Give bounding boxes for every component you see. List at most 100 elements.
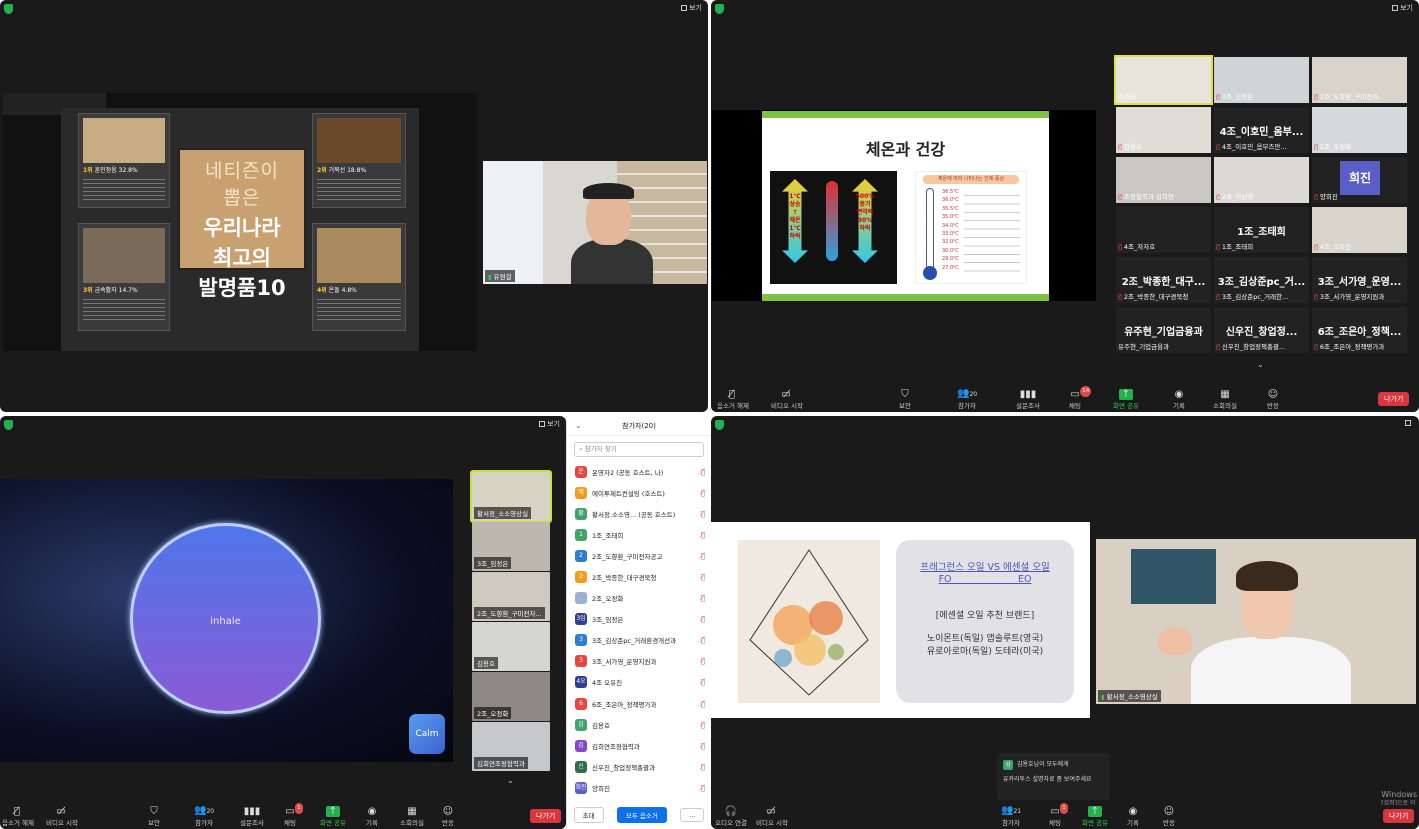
chevron-down-icon[interactable]: ⌄ (1257, 360, 1264, 369)
participant-row[interactable]: 운 운영자2 (공동 호스트, 나) 🎙̸ (567, 461, 711, 482)
start-video-button[interactable]: ▭̸ 비디오 시작 (771, 389, 803, 410)
video-tile[interactable]: 희진 🎙̸ 양희진 (1312, 157, 1407, 203)
person-hand (1158, 627, 1192, 655)
participant-row[interactable]: 김 김용호 🎙̸ (567, 714, 711, 735)
participant-row[interactable]: 3임 3조_임정은 🎙̸ (567, 609, 711, 630)
participants-button[interactable]: 👥21 참가자 (1001, 805, 1021, 827)
video-tile[interactable]: 3조_서가영_운영... 🎙̸ 3조_서가영_운영지원과 (1312, 257, 1407, 303)
participants-footer: 초대 모두 음소거 ... (567, 807, 711, 823)
participant-row[interactable]: 희진 양희진 🎙̸ (567, 777, 711, 798)
chat-notification[interactable]: 김 김용호님이 모두에게 유카리투스 설명자료 좀 보여주세요 (997, 753, 1110, 800)
grid-icon (1392, 5, 1399, 11)
participants-button[interactable]: 👥20 참가자 (194, 805, 214, 827)
video-tile[interactable]: 🎙̸ 김용호 (1116, 107, 1211, 153)
record-button[interactable]: ◉ 기록 (1127, 806, 1139, 827)
participant-row[interactable]: 2 2조_도향환_구미전자공고 🎙̸ (567, 545, 711, 566)
participant-row[interactable]: 6 6조_조은아_정책평가과 🎙̸ (567, 693, 711, 714)
video-tile[interactable]: 김회연조정협력과 (472, 722, 550, 771)
video-tile[interactable]: 2조_오정화 (472, 672, 550, 721)
chat-button[interactable]: ▭ 14 채팅 (1069, 386, 1092, 410)
view-button[interactable] (1405, 419, 1413, 427)
security-shield-icon (4, 4, 13, 14)
video-tile[interactable]: 김용호 (472, 622, 550, 671)
chat-icon: ▭ 1 (1050, 803, 1068, 817)
video-tile[interactable]: 이주아 (1114, 55, 1213, 105)
participant-row[interactable]: 2 2조_박종한_대구경북청 🎙̸ (567, 566, 711, 587)
participant-row[interactable]: 신 신우진_창업정책총괄과 🎙̸ (567, 756, 711, 777)
join-audio-button[interactable]: 🎧 오디오 연결 (715, 806, 747, 827)
more-button[interactable]: ... (680, 808, 705, 822)
video-tile[interactable]: 🎙̸ 조정협력과 김희연 (1116, 157, 1211, 203)
unmute-button[interactable]: 🎙̸ 음소거 해제 (2, 806, 34, 827)
mic-off-icon: 🎙̸ (700, 762, 705, 771)
collapse-icon[interactable]: ⌄ (575, 416, 582, 436)
person-body (571, 239, 653, 284)
chevron-down-icon[interactable]: ⌄ (507, 776, 514, 785)
participants-button[interactable]: 👥20 참가자 (957, 388, 977, 410)
participant-row[interactable]: 황 황서정.소소영... (공동 호스트) 🎙̸ (567, 503, 711, 524)
chat-button[interactable]: ▭ 1 채팅 (1049, 803, 1068, 827)
video-tile[interactable]: 2조_박종한_대구... 🎙̸ 2조_박종한_대구경북청 (1116, 257, 1211, 303)
meeting-window-4: 프래그런스 오일 VS 에센셜 오일 FO EO [에센셜 오일 추천 브랜드]… (711, 416, 1419, 829)
chat-badge: 1 (295, 803, 303, 814)
poll-button[interactable]: ▮▮▮ 설문조사 (1016, 389, 1040, 410)
video-tile[interactable]: 🎙̸ 2조_도향환_구미전자... (1312, 57, 1407, 103)
video-tile[interactable]: 3조_김상준pc_거... 🎙̸ 3조_김상준pc_거래한... (1214, 257, 1309, 303)
invite-button[interactable]: 초대 (573, 807, 604, 823)
video-tile[interactable]: 황서정_소소영상실 (470, 470, 552, 523)
chat-button[interactable]: ▭ 1 채팅 (284, 803, 303, 827)
participant-row[interactable]: 4오 4조 오유진 🎙̸ (567, 672, 711, 693)
leave-button[interactable]: 나가기 (1378, 392, 1410, 406)
view-button[interactable]: 보기 (681, 3, 702, 13)
participant-row[interactable]: 김 김희연조정협력과 🎙̸ (567, 735, 711, 756)
video-tile[interactable]: 6조_조은아_정책... 🎙̸ 6조_조은아_정책평가과 (1312, 307, 1407, 353)
shield-icon: ⛉ (150, 806, 158, 817)
video-tile[interactable]: 신우진_창업정... 🎙̸ 신우진_창업정책총괄... (1214, 307, 1309, 353)
video-tile[interactable]: 🎙̸ 3조_임정은 (1214, 57, 1309, 103)
view-button[interactable]: 보기 (1392, 3, 1413, 13)
breakout-rooms-button[interactable]: ▦ 소회의실 (1213, 389, 1237, 410)
reactions-button[interactable]: ☺ 반응 (442, 806, 454, 827)
leave-button[interactable]: 나가기 (1383, 809, 1415, 823)
video-tile[interactable]: 3조_임정은 (472, 522, 550, 571)
record-button[interactable]: ◉ 기록 (1173, 389, 1185, 410)
poll-icon: ▮▮▮ (243, 806, 261, 817)
participant-row[interactable]: 2조_오정화 🎙̸ (567, 588, 711, 609)
avatar (575, 592, 587, 605)
share-screen-button[interactable]: ↑ 화면 공유 (1082, 806, 1108, 827)
participant-row[interactable]: 3 3조_서가영_운영지원과 🎙̸ (567, 651, 711, 672)
poll-button[interactable]: ▮▮▮ 설문조사 (240, 806, 264, 827)
start-video-button[interactable]: ▭̸ 비디오 시작 (46, 806, 78, 827)
reactions-button[interactable]: ☺ 반응 (1163, 806, 1175, 827)
video-tile[interactable]: 🎙̸ 2조_이신영 (1214, 157, 1309, 203)
security-button[interactable]: ⛉ 보안 (148, 806, 160, 827)
breathing-circle: inhale (130, 523, 321, 714)
video-tile[interactable]: 🎙̸ 2조_오정화 (1312, 107, 1407, 153)
participant-search-input[interactable]: ⌕ 참가자 찾기 (574, 442, 704, 457)
share-screen-button[interactable]: ↑ 화면 공유 (320, 806, 346, 827)
video-tile[interactable]: 🎙̸ 4조_자자호 (1116, 207, 1211, 253)
mute-all-button[interactable]: 모두 음소거 (616, 807, 667, 823)
reactions-button[interactable]: ☺ 반응 (1267, 389, 1279, 410)
view-button[interactable]: 보기 (539, 419, 560, 429)
leave-button[interactable]: 나가기 (530, 809, 562, 823)
record-button[interactable]: ◉ 기록 (366, 806, 378, 827)
unmute-button[interactable]: 🎙̸ 음소거 해제 (717, 389, 749, 410)
video-tile[interactable]: 유주현_기업금융과 유주현_기업금융과 (1116, 307, 1211, 353)
video-tile[interactable]: 1조_조태희 🎙̸ 1조_조태희 (1214, 207, 1309, 253)
video-tile-presenter[interactable]: ▮ 황서정_소소영상실 (1096, 539, 1416, 704)
person-hair (583, 183, 634, 199)
chat-message: 유카리투스 설명자료 좀 보여주세요 (1003, 776, 1092, 783)
security-button[interactable]: ⛉ 보안 (899, 389, 911, 410)
video-tile[interactable]: 2조_도향환_구미전자... (472, 572, 550, 621)
video-tile[interactable]: 🎙̸ 4조_오유진 (1312, 207, 1407, 253)
card-image (317, 228, 401, 283)
participant-row[interactable]: 3 3조_김상준pc_거래환경개선과 🎙̸ (567, 630, 711, 651)
participant-row[interactable]: 1 1조_조태희 🎙̸ (567, 524, 711, 545)
participant-row[interactable]: 에 에이투제트컨설팅 (호스트) 🎙̸ (567, 482, 711, 503)
breakout-rooms-button[interactable]: ▦ 소회의실 (400, 806, 424, 827)
video-tile-speaker[interactable]: ▮ 유원걸 (483, 161, 707, 284)
video-tile[interactable]: 4조_이호민_옴부... 🎙̸ 4조_이호민_옴부즈만... (1214, 107, 1309, 153)
share-screen-button[interactable]: ↑ 화면 공유 (1113, 389, 1139, 410)
start-video-button[interactable]: ▭̸ 비디오 시작 (756, 806, 788, 827)
